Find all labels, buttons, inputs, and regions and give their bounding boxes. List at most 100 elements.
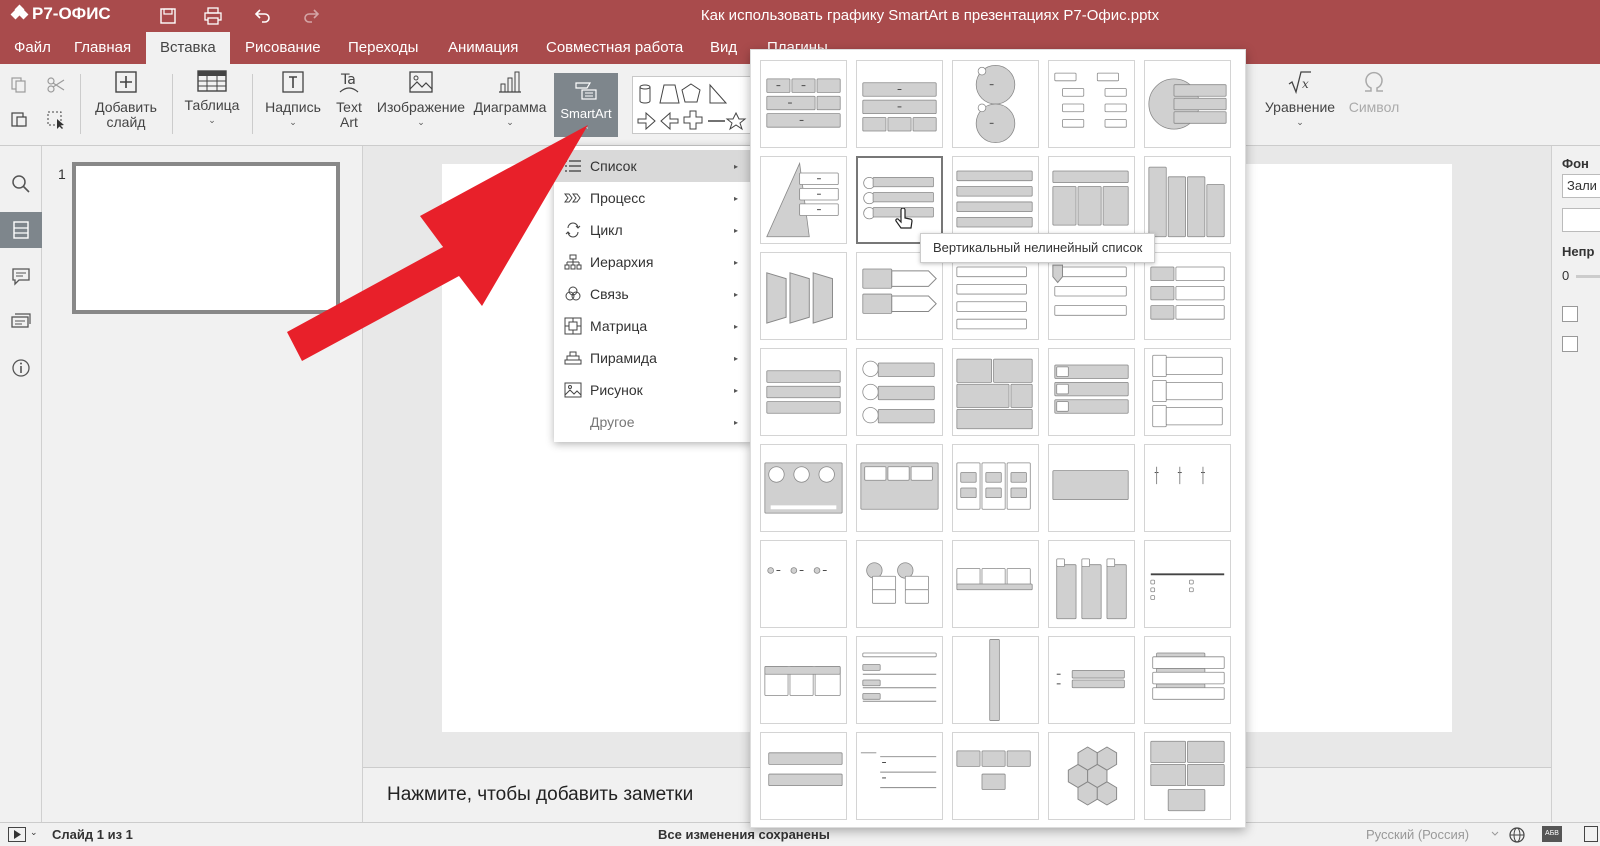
- smartart-layout-thumbnail[interactable]: [856, 444, 943, 532]
- smartart-button[interactable]: SmartArt ⌃: [554, 73, 618, 137]
- smartart-layout-thumbnail[interactable]: [1048, 156, 1135, 244]
- smartart-layout-thumbnail[interactable]: [856, 348, 943, 436]
- menu-item-relationship[interactable]: Связь ▸: [554, 278, 752, 310]
- menu-item-cycle[interactable]: Цикл ▸: [554, 214, 752, 246]
- smartart-layout-thumbnail[interactable]: [760, 540, 847, 628]
- smartart-layout-thumbnail[interactable]: [760, 252, 847, 340]
- table-button[interactable]: Таблица ⌄: [180, 70, 244, 128]
- smartart-layout-thumbnail[interactable]: [952, 636, 1039, 724]
- chevron-down-icon[interactable]: ⌄: [30, 827, 38, 838]
- smartart-layout-thumbnail[interactable]: [1144, 444, 1231, 532]
- smartart-layout-thumbnail[interactable]: [1048, 540, 1135, 628]
- smartart-layout-thumbnail[interactable]: [952, 444, 1039, 532]
- undo-icon[interactable]: [252, 6, 272, 26]
- globe-icon[interactable]: [1508, 826, 1526, 846]
- menu-item-picture[interactable]: Рисунок ▸: [554, 374, 752, 406]
- textbox-button[interactable]: Надпись ⌄: [262, 70, 324, 130]
- comments-icon[interactable]: [0, 258, 42, 294]
- smartart-layout-thumbnail[interactable]: [1048, 732, 1135, 820]
- tab-animation[interactable]: Анимация: [434, 32, 532, 64]
- select-all-icon[interactable]: [46, 110, 66, 133]
- smartart-layout-thumbnail[interactable]: [760, 156, 847, 244]
- tab-home[interactable]: Главная: [60, 32, 145, 64]
- matrix-icon: [562, 317, 584, 335]
- smartart-layout-thumbnail[interactable]: [1048, 60, 1135, 148]
- checkbox[interactable]: [1562, 306, 1578, 322]
- smartart-layout-thumbnail[interactable]: [1048, 348, 1135, 436]
- menu-item-process[interactable]: Процесс ▸: [554, 182, 752, 214]
- cut-icon[interactable]: [46, 76, 66, 97]
- checkbox[interactable]: [1562, 336, 1578, 352]
- smartart-layout-thumbnail[interactable]: [1048, 444, 1135, 532]
- smartart-layout-thumbnail[interactable]: [1144, 60, 1231, 148]
- language-select[interactable]: Русский (Россия): [1366, 827, 1469, 842]
- smartart-layout-thumbnail[interactable]: [1144, 156, 1231, 244]
- symbol-button[interactable]: Символ: [1344, 70, 1404, 115]
- spellcheck-icon[interactable]: АБВ: [1542, 826, 1562, 842]
- menu-item-hierarchy[interactable]: Иерархия ▸: [554, 246, 752, 278]
- tab-insert[interactable]: Вставка: [146, 32, 230, 64]
- smartart-layout-thumbnail[interactable]: [952, 60, 1039, 148]
- tab-file[interactable]: Файл: [0, 32, 65, 64]
- menu-item-matrix[interactable]: Матрица ▸: [554, 310, 752, 342]
- menu-item-list[interactable]: Список ▸: [554, 150, 752, 182]
- play-icon[interactable]: [8, 827, 26, 842]
- textart-button[interactable]: Ta Text Art: [328, 70, 370, 130]
- smartart-layout-thumbnail[interactable]: [760, 732, 847, 820]
- smartart-layout-thumbnail[interactable]: [952, 540, 1039, 628]
- fill-select[interactable]: Зали: [1562, 174, 1600, 198]
- smartart-layout-thumbnail[interactable]: [760, 60, 847, 148]
- slides-icon[interactable]: [0, 212, 42, 248]
- save-icon[interactable]: [158, 6, 178, 26]
- equation-button[interactable]: x Уравнение ⌄: [1262, 70, 1338, 130]
- smartart-layout-thumbnail[interactable]: [856, 732, 943, 820]
- menu-item-other[interactable]: Другое ▸: [554, 406, 752, 438]
- smartart-layout-thumbnail[interactable]: [1144, 252, 1231, 340]
- smartart-layout-thumbnail[interactable]: [856, 636, 943, 724]
- chart-button[interactable]: Диаграмма ⌄: [472, 70, 548, 130]
- smartart-layout-thumbnail[interactable]: [760, 636, 847, 724]
- smartart-layout-thumbnail[interactable]: [760, 444, 847, 532]
- smartart-layout-thumbnail[interactable]: [856, 156, 943, 244]
- smartart-layout-thumbnail[interactable]: [952, 732, 1039, 820]
- shapes-gallery[interactable]: [632, 76, 752, 134]
- smartart-layout-thumbnail[interactable]: [856, 540, 943, 628]
- tab-view[interactable]: Вид: [696, 32, 751, 64]
- smartart-layout-thumbnail[interactable]: [856, 252, 943, 340]
- tab-transitions[interactable]: Переходы: [334, 32, 432, 64]
- fit-slide-icon[interactable]: [1584, 826, 1598, 842]
- chat-icon[interactable]: [0, 304, 42, 340]
- redo-icon[interactable]: [302, 6, 322, 26]
- smartart-layout-thumbnail[interactable]: [1144, 348, 1231, 436]
- smartart-layout-thumbnail[interactable]: [952, 252, 1039, 340]
- search-icon[interactable]: [0, 166, 42, 202]
- smartart-layout-thumbnail[interactable]: [856, 60, 943, 148]
- smartart-layout-thumbnail[interactable]: [1048, 636, 1135, 724]
- layout-preview: [768, 752, 843, 787]
- smartart-layout-thumbnail[interactable]: [760, 348, 847, 436]
- copy-icon[interactable]: [10, 76, 28, 97]
- image-button[interactable]: Изображение ⌄: [376, 70, 466, 130]
- smartart-layout-thumbnail[interactable]: [1144, 732, 1231, 820]
- smartart-layout-thumbnail[interactable]: [1048, 252, 1135, 340]
- print-icon[interactable]: [203, 6, 223, 26]
- layout-preview: [860, 752, 937, 789]
- color-picker[interactable]: [1562, 208, 1600, 232]
- smartart-layout-thumbnail[interactable]: [952, 156, 1039, 244]
- app-brand: Р7-ОФИС: [32, 4, 111, 23]
- info-icon[interactable]: [0, 350, 42, 386]
- smartart-layout-thumbnail[interactable]: [952, 348, 1039, 436]
- opacity-label: Непр: [1562, 244, 1595, 259]
- tab-collaboration[interactable]: Совместная работа: [532, 32, 697, 64]
- slide-thumbnail[interactable]: [72, 162, 340, 314]
- layout-preview: [862, 652, 937, 702]
- textart-label: Text Art: [336, 99, 362, 130]
- title-bar: Р7-ОФИС Как использовать графику SmartAr…: [0, 0, 1600, 32]
- tab-draw[interactable]: Рисование: [231, 32, 335, 64]
- smartart-layout-thumbnail[interactable]: [1144, 636, 1231, 724]
- smartart-layout-thumbnail[interactable]: [1144, 540, 1231, 628]
- opacity-slider[interactable]: [1576, 275, 1600, 278]
- paste-icon[interactable]: [10, 110, 28, 131]
- add-slide-button[interactable]: Добавить слайд: [88, 70, 164, 130]
- menu-item-pyramid[interactable]: Пирамида ▸: [554, 342, 752, 374]
